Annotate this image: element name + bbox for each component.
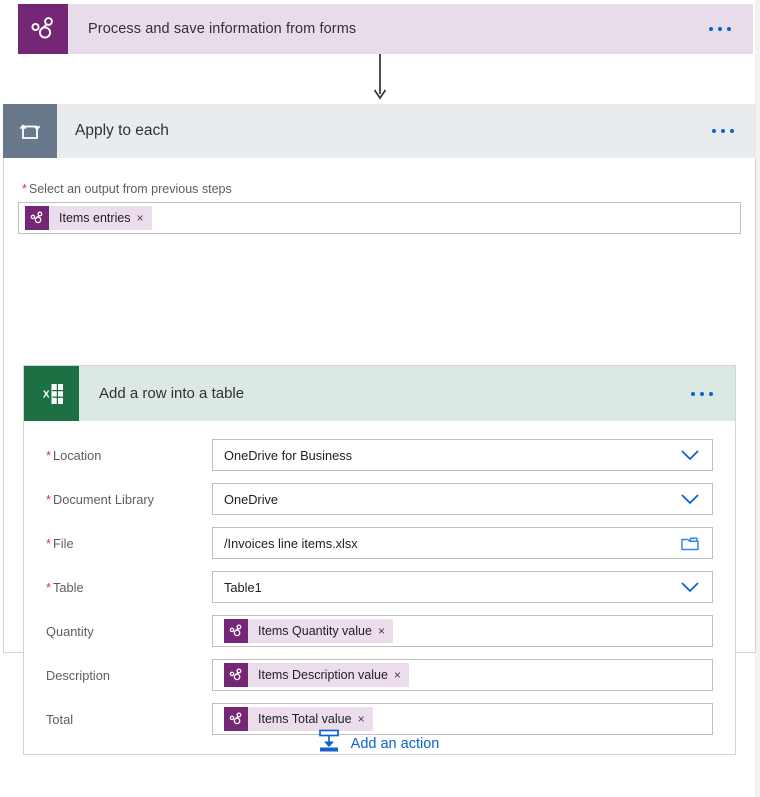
required-marker: * [46, 535, 51, 551]
token-label: Items Total value [258, 712, 352, 726]
excel-icon: X [24, 366, 79, 421]
field-label-text: Table [52, 579, 84, 595]
folder-icon[interactable] [672, 535, 708, 552]
table-dropdown[interactable]: Table1 [212, 571, 713, 603]
trigger-title: Process and save information from forms [88, 21, 357, 37]
location-value: OneDrive for Business [224, 447, 353, 463]
field-label-document-library: * Document Library [36, 492, 212, 507]
field-row: * Document Library OneDrive [24, 477, 735, 521]
required-marker: * [22, 182, 27, 196]
location-dropdown[interactable]: OneDrive for Business [212, 439, 713, 471]
chevron-down-icon[interactable] [672, 581, 708, 593]
trigger-card[interactable]: Process and save information from forms [18, 4, 753, 54]
token-chip-items-entries[interactable]: Items entries × [25, 206, 152, 230]
field-row: Description Items Description value × [24, 653, 735, 697]
field-row: Quantity Items Quantity value × [24, 609, 735, 653]
table-value: Table1 [224, 579, 262, 595]
trigger-ellipsis-icon[interactable] [699, 27, 753, 31]
add-action-button[interactable]: Add an action [0, 728, 756, 759]
field-label-quantity: Quantity [46, 623, 94, 639]
action-fields: * Location OneDrive for Business * Documen… [24, 421, 735, 741]
token-chip-items-quantity-value[interactable]: Items Quantity value × [224, 619, 393, 643]
apply-to-each-header[interactable]: Apply to each [3, 104, 756, 158]
document-library-dropdown[interactable]: OneDrive [212, 483, 713, 515]
forms-icon [18, 4, 68, 54]
field-label-file: * File [36, 536, 212, 551]
token-chip-items-description-value[interactable]: Items Description value × [224, 663, 409, 687]
forms-icon [224, 663, 248, 687]
field-label-text: Document Library [52, 491, 154, 507]
field-label-location: * Location [36, 448, 212, 463]
field-label-description: Description [46, 667, 111, 683]
loop-icon [3, 104, 57, 158]
add-row-action-title: Add a row into a table [99, 385, 245, 402]
insert-step-icon [317, 728, 341, 759]
field-row: * Table Table1 [24, 565, 735, 609]
field-label-text: Location [52, 447, 102, 463]
add-row-action-card: X Add a row into a table * Location OneD… [23, 365, 736, 755]
close-icon[interactable]: × [378, 625, 393, 637]
description-token-input[interactable]: Items Description value × [212, 659, 713, 691]
file-picker-input[interactable]: /Invoices line items.xlsx [212, 527, 713, 559]
field-label-total: Total [46, 711, 74, 727]
token-label: Items Description value [258, 668, 388, 682]
output-field-label-text: Select an output from previous steps [28, 182, 232, 196]
apply-to-each-body: * Select an output from previous steps It… [4, 158, 755, 234]
apply-to-each-ellipsis-icon[interactable] [702, 129, 756, 133]
add-action-label[interactable]: Add an action [351, 736, 440, 752]
token-label: Items Quantity value [258, 624, 372, 638]
field-row: * Location OneDrive for Business [24, 433, 735, 477]
forms-icon [25, 206, 49, 230]
required-marker: * [46, 579, 51, 595]
quantity-token-input[interactable]: Items Quantity value × [212, 615, 713, 647]
file-value: /Invoices line items.xlsx [224, 535, 358, 551]
apply-to-each-title: Apply to each [75, 122, 169, 139]
field-label-text: File [52, 535, 74, 551]
output-token-input[interactable]: Items entries × [18, 202, 741, 234]
add-row-action-ellipsis-icon[interactable] [681, 391, 735, 396]
forms-icon [224, 619, 248, 643]
svg-text:X: X [42, 389, 49, 400]
token-label: Items entries [59, 211, 131, 225]
field-label-table: * Table [36, 580, 212, 595]
chevron-down-icon[interactable] [672, 449, 708, 461]
chevron-down-icon[interactable] [672, 493, 708, 505]
document-library-value: OneDrive [224, 491, 279, 507]
close-icon[interactable]: × [137, 212, 152, 224]
flow-designer-canvas: Process and save information from forms … [0, 0, 760, 797]
output-field-label: * Select an output from previous steps [22, 182, 741, 196]
required-marker: * [46, 491, 51, 507]
required-marker: * [46, 447, 51, 463]
down-arrow-icon [373, 54, 387, 102]
close-icon[interactable]: × [394, 669, 409, 681]
close-icon[interactable]: × [358, 713, 373, 725]
field-row: * File /Invoices line items.xlsx [24, 521, 735, 565]
add-row-action-header[interactable]: X Add a row into a table [24, 366, 735, 421]
apply-to-each-card: Apply to each * Select an output from pre… [3, 104, 756, 755]
